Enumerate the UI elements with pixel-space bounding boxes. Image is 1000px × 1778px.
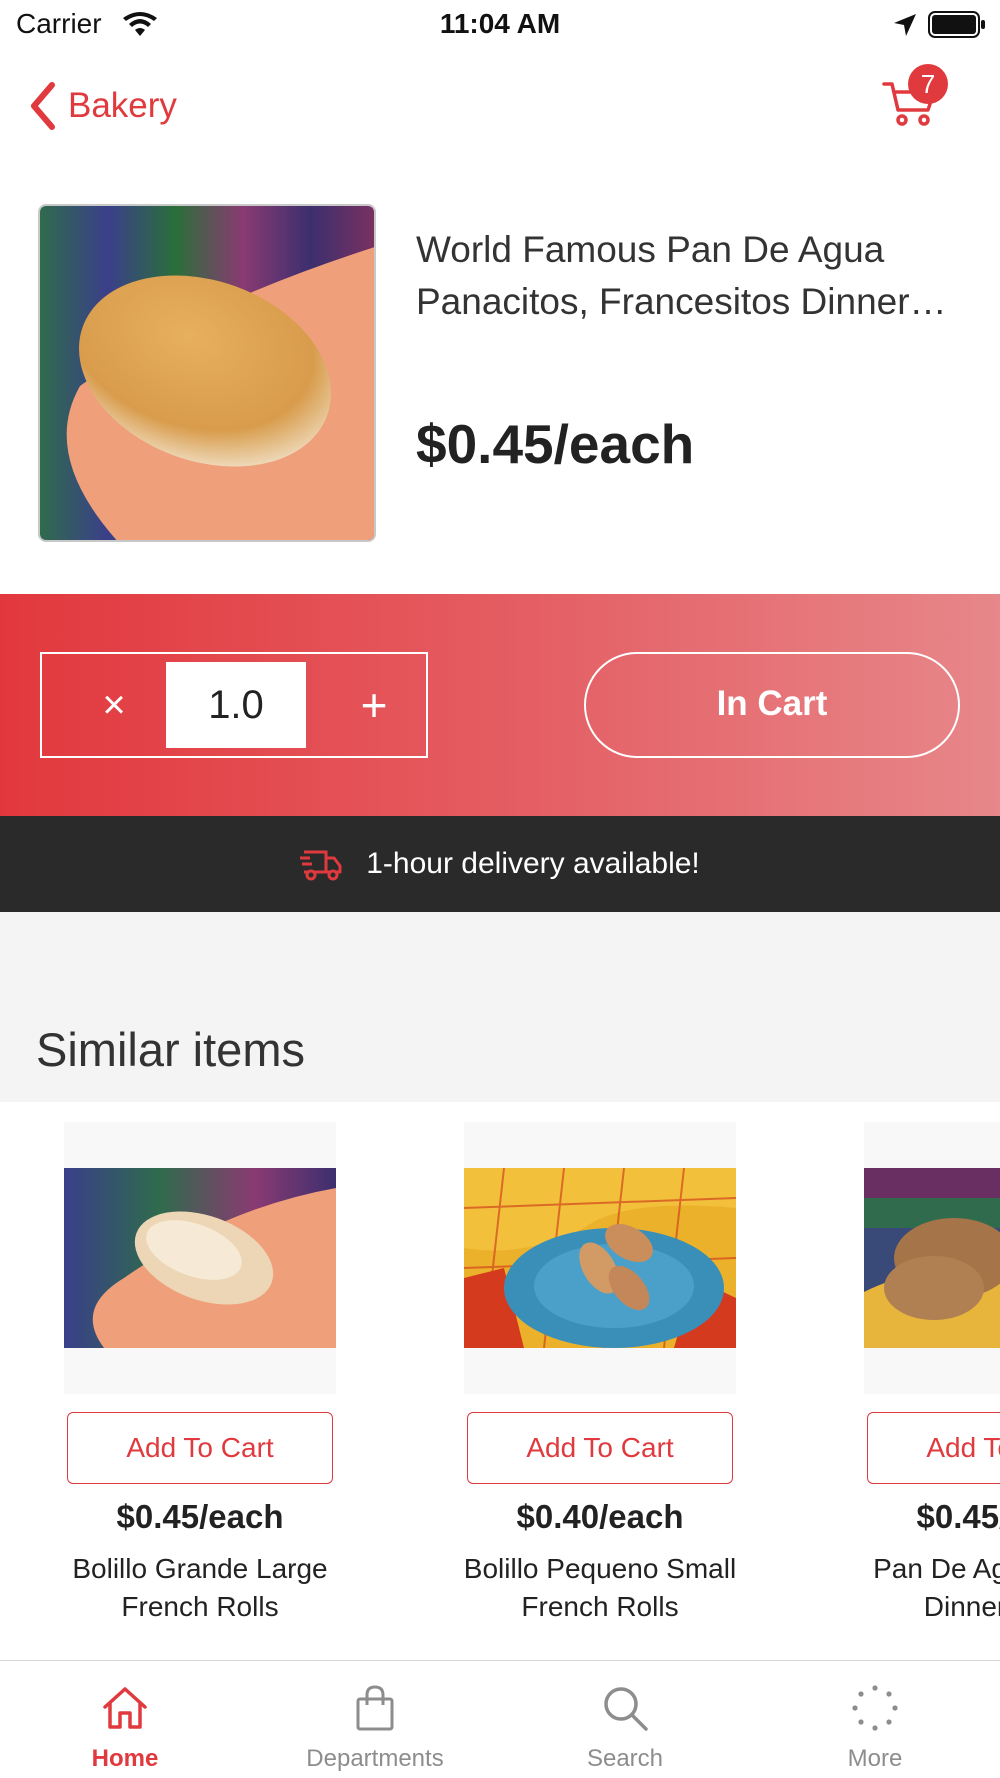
cart-button[interactable]: 7 [876,60,956,140]
back-button[interactable]: Bakery [28,78,177,134]
add-to-cart-button[interactable]: Add To Cart [867,1412,1000,1484]
similar-items-title: Similar items [36,1023,305,1076]
tab-label: Home [91,1745,159,1772]
delivery-text: 1-hour delivery available! [366,847,700,880]
product-title: World Famous Pan De Agua Panacitos, Fran… [416,229,947,322]
tab-search[interactable]: Search [500,1661,750,1778]
location-arrow-icon [894,14,916,36]
similar-item-card[interactable]: Add To Cart $0.45/each Pan De Agua Wheat… [840,1122,1000,1642]
bread-roll-photo [40,206,374,540]
delivery-banner: 1-hour delivery available! [0,816,1000,912]
similar-item-image[interactable] [64,1122,336,1394]
tab-label: Departments [306,1745,444,1772]
search-icon [604,1687,648,1731]
similar-item-image[interactable] [464,1122,736,1394]
quantity-stepper: × + [40,652,428,758]
status-time: 11:04 AM [439,8,561,39]
tab-more[interactable]: More [750,1661,1000,1778]
wheat-rolls-photo [864,1168,1000,1348]
tab-label: Search [586,1745,664,1772]
battery-icon [928,11,985,38]
add-to-cart-button[interactable]: Add To Cart [67,1412,333,1484]
shopping-bag-icon [356,1685,394,1731]
product-detail: World Famous Pan De Agua Panacitos, Fran… [0,200,1000,560]
similar-item-price: $0.45/each [116,1498,284,1535]
status-bar: Carrier 11:04 AM [0,0,1000,50]
quantity-input[interactable] [166,662,306,748]
chevron-left-icon [31,82,55,130]
similar-item-card[interactable]: Add To Cart $0.40/each Bolillo Pequeno S… [440,1122,740,1642]
tab-bar: Home Departments Search More [0,1660,1000,1778]
tab-home[interactable]: Home [0,1661,250,1778]
similar-item-card[interactable]: Add To Cart $0.45/each Bolillo Grande La… [40,1122,340,1642]
back-label: Bakery [68,86,177,125]
similar-item-price: $0.40/each [516,1498,684,1535]
quantity-remove-button[interactable]: × [82,672,146,738]
product-image [38,204,376,542]
similar-item-name[interactable]: Bolillo Pequeno Small French Rolls [450,1550,750,1626]
quantity-add-button[interactable]: + [342,672,406,738]
similar-item-image[interactable] [864,1122,1000,1394]
cart-count-badge: 7 [908,64,948,104]
more-dots-icon [852,1685,898,1731]
similar-item-price: $0.45/each [916,1498,1000,1535]
similar-item-name[interactable]: Pan De Agua Wheat Dinner Rolls [850,1550,1000,1626]
bread-rolls-photo [464,1168,736,1348]
delivery-truck-icon [300,850,342,881]
tab-label: More [847,1745,903,1772]
nav-header: Bakery 7 [0,60,1000,150]
tab-departments[interactable]: Departments [250,1661,500,1778]
cart-action-band: × + In Cart [0,594,1000,816]
add-to-cart-button[interactable]: Add To Cart [467,1412,733,1484]
similar-items-carousel[interactable]: Add To Cart $0.45/each Bolillo Grande La… [0,1102,1000,1662]
similar-item-name[interactable]: Bolillo Grande Large French Rolls [50,1550,350,1626]
home-icon [103,1687,147,1729]
bread-roll-photo [64,1168,336,1348]
product-price: $0.45/each [416,413,695,475]
in-cart-button[interactable]: In Cart [584,652,960,758]
